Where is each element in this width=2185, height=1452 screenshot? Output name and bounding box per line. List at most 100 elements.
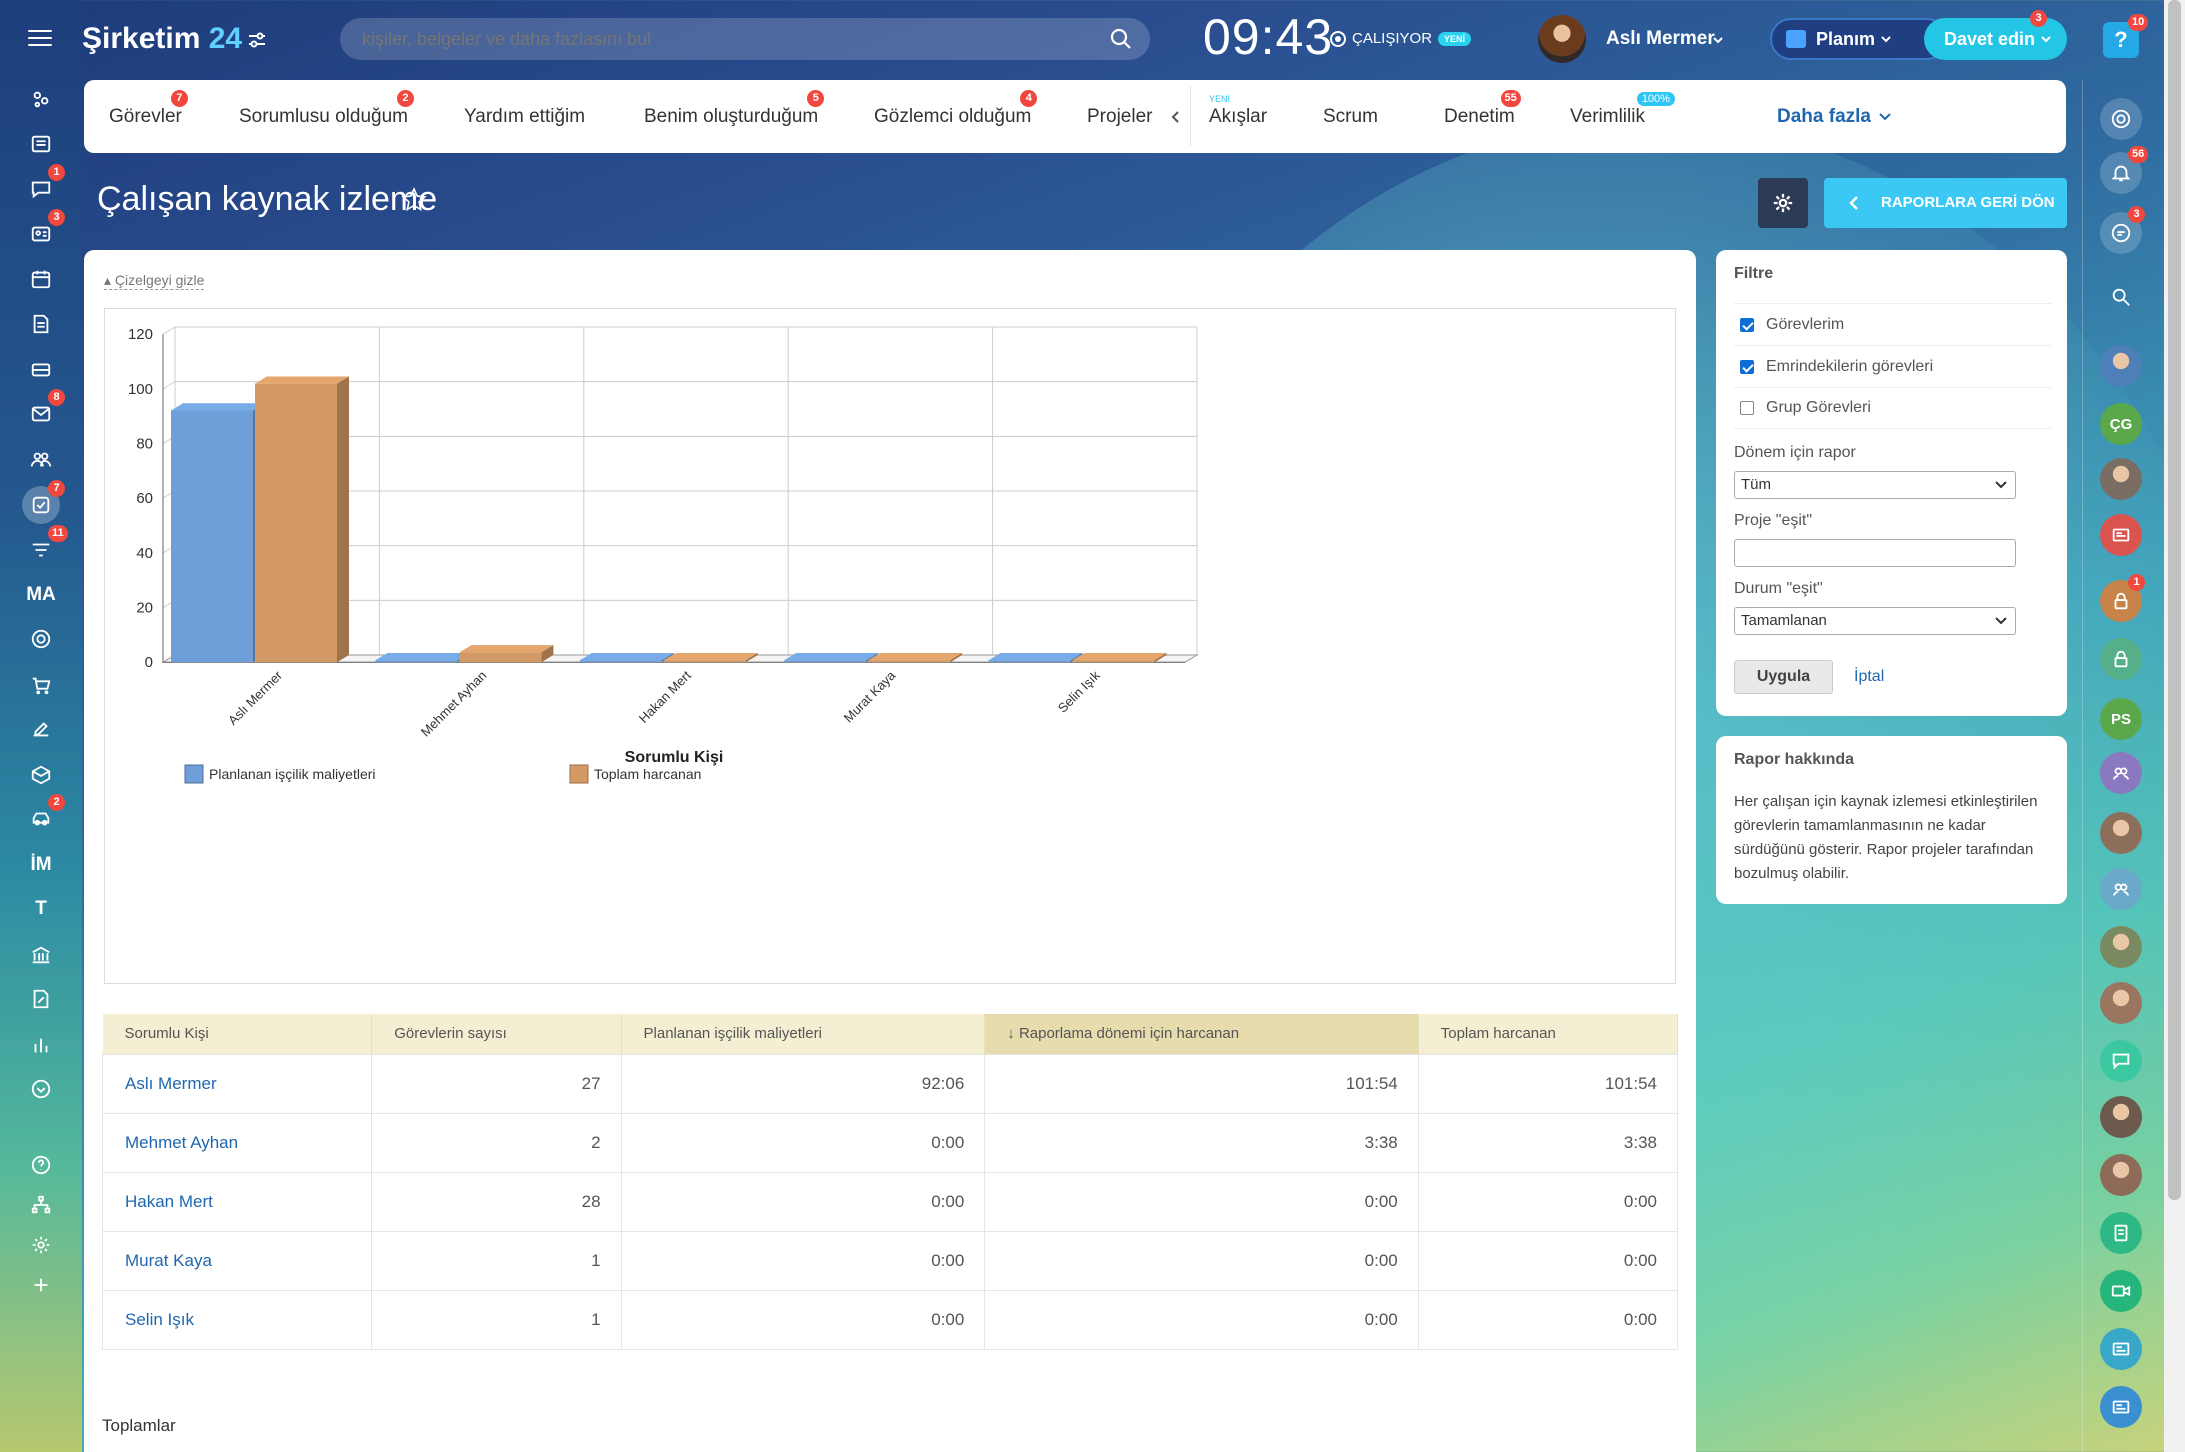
right-sidebar-doc-green-icon[interactable]: [2100, 1212, 2142, 1254]
right-sidebar-avatar-1[interactable]: [2100, 345, 2142, 387]
column-header[interactable]: ↓ Raporlama dönemi için harcanan: [984, 1014, 1419, 1054]
employee-link[interactable]: Selin Işık: [101, 1289, 373, 1350]
employee-link[interactable]: Mehmet Ayhan: [101, 1112, 373, 1172]
sidebar-item-settings[interactable]: [22, 1226, 60, 1264]
sidebar-item-car[interactable]: 2: [22, 794, 65, 838]
tab-1[interactable]: Sorumlusu olduğum 2: [239, 90, 414, 128]
filter-checkbox-my-tasks[interactable]: Görevlerim: [1734, 303, 2052, 345]
cancel-link[interactable]: İptal: [1854, 668, 1884, 686]
star-icon[interactable]: [400, 186, 428, 214]
sidebar-item-cart[interactable]: [22, 666, 60, 704]
chevron-left-icon[interactable]: [1170, 110, 1182, 124]
right-sidebar-message-icon[interactable]: [2100, 1040, 2142, 1082]
employee-link[interactable]: Aslı Mermer: [101, 1053, 373, 1113]
page-scrollbar-thumb[interactable]: [2168, 0, 2181, 1200]
right-sidebar-avatar-7[interactable]: [2100, 1154, 2142, 1196]
employee-link[interactable]: Murat Kaya: [101, 1230, 373, 1290]
tab-4[interactable]: Gözlemci olduğum 4: [874, 90, 1038, 128]
search-icon[interactable]: [1108, 26, 1134, 52]
back-to-reports-button[interactable]: RAPORLARA GERİ DÖN: [1824, 178, 2067, 228]
sidebar-item-mail[interactable]: 8: [22, 389, 65, 433]
right-sidebar-video-icon[interactable]: [2100, 1270, 2142, 1312]
right-sidebar-target-icon[interactable]: [2100, 98, 2142, 140]
right-sidebar-group-avatar-icon-2[interactable]: [2100, 868, 2142, 910]
project-input[interactable]: [1734, 539, 2016, 567]
tab-2[interactable]: Yardım ettiğim: [464, 106, 585, 128]
sidebar-item-t[interactable]: T: [22, 890, 60, 928]
settings-button[interactable]: [1758, 178, 1808, 228]
apply-button[interactable]: Uygula: [1734, 660, 1833, 694]
sidebar-item-chevron-circle[interactable]: [22, 1070, 60, 1108]
sidebar-item-feed[interactable]: [22, 125, 60, 163]
right-sidebar-avatar-6[interactable]: [2100, 1096, 2142, 1138]
right-sidebar-avatar-4[interactable]: [2100, 926, 2142, 968]
sidebar-item-document[interactable]: [22, 305, 60, 343]
column-header[interactable]: Toplam harcanan: [1418, 1014, 1679, 1054]
period-select[interactable]: Tüm: [1734, 471, 2016, 499]
tab-10[interactable]: Daha fazla: [1777, 106, 1891, 128]
sidebar-item-help-circle[interactable]: [22, 1146, 60, 1184]
chevron-down-icon[interactable]: [1880, 33, 1892, 45]
right-sidebar-card-icon-2[interactable]: [2100, 1386, 2142, 1428]
tab-8[interactable]: Denetim 55: [1444, 90, 1521, 128]
sidebar-item-chat[interactable]: 1: [22, 164, 65, 208]
settings-sliders-icon[interactable]: [248, 32, 266, 48]
sidebar-item-bank[interactable]: [22, 936, 60, 974]
sidebar-item-funnel[interactable]: 11: [22, 525, 68, 569]
chevron-down-icon[interactable]: [1712, 34, 1724, 46]
chevron-down-icon[interactable]: [2040, 33, 2052, 45]
column-header[interactable]: Görevlerin sayısı: [371, 1014, 622, 1054]
filter-checkbox-subordinates[interactable]: Emrindekilerin görevleri: [1734, 345, 2052, 387]
right-sidebar-lock-icon[interactable]: 1: [2100, 574, 2145, 622]
checkbox-checked[interactable]: [1740, 359, 1754, 374]
filter-checkbox-group-tasks[interactable]: Grup Görevleri: [1734, 387, 2052, 429]
tab-9[interactable]: Verimlilik 100%: [1570, 92, 1675, 128]
menu-icon[interactable]: [28, 30, 52, 48]
user-avatar[interactable]: [1538, 15, 1586, 63]
employee-link[interactable]: Hakan Mert: [101, 1171, 373, 1231]
user-name[interactable]: Aslı Mermer: [1606, 28, 1715, 50]
sidebar-item-group[interactable]: [22, 440, 60, 478]
sidebar-item-calendar[interactable]: [22, 260, 60, 298]
sidebar-item-edit-doc[interactable]: [22, 980, 60, 1018]
tab-label: Denetim: [1444, 106, 1515, 127]
tab-7[interactable]: Scrum: [1323, 106, 1378, 128]
sidebar-item-bar-chart[interactable]: [22, 1026, 60, 1064]
sidebar-item-ma[interactable]: MA: [22, 576, 60, 614]
sidebar-item-sitemap[interactable]: [22, 1186, 60, 1224]
sidebar-item-plus[interactable]: [22, 1266, 60, 1304]
right-sidebar-news-icon[interactable]: [2100, 514, 2142, 556]
column-header[interactable]: Sorumlu Kişi: [102, 1014, 373, 1054]
right-sidebar-avatar-2[interactable]: [2100, 458, 2142, 500]
checkbox-unchecked[interactable]: [1740, 401, 1754, 415]
sidebar-item-im[interactable]: İM: [22, 846, 60, 884]
right-sidebar-lock-icon-2[interactable]: [2100, 638, 2142, 680]
sidebar-item-drive[interactable]: [22, 350, 60, 388]
right-sidebar-initials-5[interactable]: ÇG: [2100, 403, 2142, 445]
right-sidebar-avatar-5[interactable]: [2100, 982, 2142, 1024]
checkbox-checked[interactable]: [1740, 317, 1754, 332]
sidebar-item-activity[interactable]: [22, 80, 60, 118]
sidebar-item-contact-card[interactable]: 3: [22, 209, 65, 253]
status-select[interactable]: Tamamlanan: [1734, 607, 2016, 635]
sidebar-item-box[interactable]: [22, 756, 60, 794]
sidebar-item-sign[interactable]: [22, 710, 60, 748]
right-sidebar-initials-10[interactable]: PS: [2100, 698, 2142, 740]
hide-chart-link[interactable]: ▴ Çizelgeyi gizle: [104, 272, 205, 290]
right-sidebar-search-icon[interactable]: [2100, 276, 2142, 318]
right-sidebar-group-avatar-icon[interactable]: [2100, 752, 2142, 794]
sidebar-item-tasks[interactable]: 7: [22, 480, 65, 524]
work-status[interactable]: ÇALIŞIYOR YENİ: [1330, 30, 1472, 47]
search-input[interactable]: [340, 18, 1150, 60]
right-sidebar-bell-icon[interactable]: 56: [2100, 146, 2149, 194]
right-sidebar-chat-bubble-icon[interactable]: 3: [2100, 206, 2145, 254]
sidebar-item-target[interactable]: [22, 620, 60, 658]
column-header[interactable]: Planlanan işçilik maliyetleri: [621, 1014, 986, 1054]
tab-6[interactable]: Akışlar YENİ: [1209, 94, 1267, 128]
tab-0[interactable]: Görevler 7: [109, 90, 188, 128]
right-sidebar-avatar-3[interactable]: [2100, 812, 2142, 854]
tab-3[interactable]: Benim oluşturduğum 5: [644, 90, 825, 128]
logo[interactable]: Şirketim 24: [82, 22, 242, 56]
right-sidebar-card-icon[interactable]: [2100, 1328, 2142, 1370]
tab-5[interactable]: Projeler: [1087, 106, 1152, 128]
